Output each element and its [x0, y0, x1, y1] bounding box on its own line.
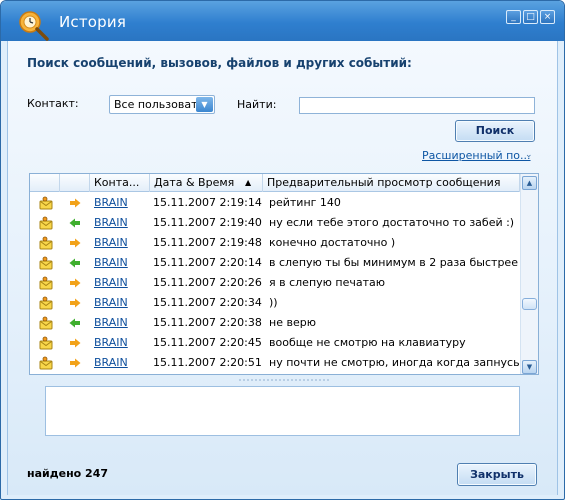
- row-datetime: 15.11.2007 2:20:38: [153, 316, 262, 329]
- incoming-arrow-icon: [69, 258, 81, 271]
- table-row[interactable]: BRAIN 15.11.2007 2:19:48 конечно достаточн…: [30, 233, 520, 253]
- scroll-down-button[interactable]: ▼: [522, 360, 537, 374]
- message-type-icon: [39, 356, 53, 373]
- find-label: Найти:: [237, 98, 277, 111]
- contact-link[interactable]: BRAIN: [94, 213, 148, 233]
- contact-link[interactable]: BRAIN: [94, 273, 148, 293]
- incoming-arrow-icon: [69, 318, 81, 331]
- table-row[interactable]: BRAIN 15.11.2007 2:20:34)): [30, 293, 520, 313]
- row-message-preview: вообще не смотрю на клавиатуру: [269, 336, 466, 349]
- row-datetime: 15.11.2007 2:20:34: [153, 296, 262, 309]
- message-type-icon: [39, 196, 53, 213]
- contact-link[interactable]: BRAIN: [94, 313, 148, 333]
- row-datetime: 15.11.2007 2:19:14: [153, 196, 262, 209]
- table-scrollbar[interactable]: ▲ ▼: [520, 174, 538, 374]
- outgoing-arrow-icon: [69, 278, 81, 291]
- table-header: Конта... Дата & Время ▲ Предварительный …: [30, 174, 538, 192]
- history-search-icon: [19, 11, 49, 41]
- contact-link[interactable]: BRAIN: [94, 293, 148, 313]
- table-row[interactable]: BRAIN 15.11.2007 2:19:14 рейтинг 140: [30, 193, 520, 213]
- row-message-preview: ну если тебе этого достаточно то забей :…: [269, 216, 515, 229]
- header-contact[interactable]: Конта...: [90, 174, 150, 192]
- contact-link[interactable]: BRAIN: [94, 333, 148, 353]
- contact-select-value: Все пользовате: [114, 98, 196, 111]
- contact-link[interactable]: BRAIN: [94, 253, 148, 273]
- message-type-icon: [39, 236, 53, 253]
- row-message-preview: ну почти не смотрю, иногда когда запнусь…: [269, 356, 519, 369]
- table-row[interactable]: BRAIN 15.11.2007 2:20:38 не верю: [30, 313, 520, 333]
- outgoing-arrow-icon: [69, 338, 81, 351]
- row-message-preview: я в слепую печатаю: [269, 276, 386, 289]
- message-preview-pane[interactable]: [45, 386, 520, 436]
- row-datetime: 15.11.2007 2:19:40: [153, 216, 262, 229]
- row-message-preview: )): [269, 296, 278, 309]
- title-bar[interactable]: История _ □ ×: [1, 1, 564, 41]
- expand-chevron-icon[interactable]: ⌄: [525, 150, 533, 160]
- header-preview[interactable]: Предварительный просмотр сообщения: [263, 174, 520, 192]
- find-input[interactable]: [299, 97, 535, 114]
- sort-ascending-icon: ▲: [245, 178, 252, 187]
- history-table[interactable]: Конта... Дата & Время ▲ Предварительный …: [29, 173, 539, 375]
- message-type-icon: [39, 316, 53, 333]
- chevron-down-icon[interactable]: ▼: [196, 97, 213, 112]
- row-message-preview: не верю: [269, 316, 316, 329]
- scroll-thumb[interactable]: [522, 298, 537, 310]
- found-count: найдено 247: [27, 467, 109, 480]
- row-message-preview: в слепую ты бы минимум в 2 раза быстрее …: [269, 256, 519, 269]
- window-title: История: [59, 13, 127, 31]
- table-row[interactable]: BRAIN 15.11.2007 2:20:51 ну почти не смотр…: [30, 353, 520, 373]
- table-row[interactable]: BRAIN 15.11.2007 2:20:26 я в слепую печата…: [30, 273, 520, 293]
- maximize-button[interactable]: □: [523, 10, 538, 24]
- minimize-button[interactable]: _: [506, 10, 521, 24]
- table-row[interactable]: BRAIN 15.11.2007 2:20:45 вообще не смотрю …: [30, 333, 520, 353]
- message-type-icon: [39, 296, 53, 313]
- scroll-up-button[interactable]: ▲: [522, 176, 537, 190]
- message-type-icon: [39, 336, 53, 353]
- row-message-preview: рейтинг 140: [269, 196, 341, 209]
- row-datetime: 15.11.2007 2:20:45: [153, 336, 262, 349]
- incoming-arrow-icon: [69, 218, 81, 231]
- contact-link[interactable]: BRAIN: [94, 353, 148, 373]
- table-row[interactable]: BRAIN 15.11.2007 2:19:40 ну если тебе этог…: [30, 213, 520, 233]
- close-button[interactable]: Закрыть: [457, 463, 537, 486]
- history-window: История _ □ × Поиск сообщений, вызовов, …: [0, 0, 565, 500]
- pane-splitter-handle[interactable]: [239, 379, 329, 383]
- row-datetime: 15.11.2007 2:20:51: [153, 356, 262, 369]
- search-heading: Поиск сообщений, вызовов, файлов и други…: [27, 56, 412, 70]
- outgoing-arrow-icon: [69, 238, 81, 251]
- table-row[interactable]: BRAIN 15.11.2007 2:20:14 в слепую ты бы ми…: [30, 253, 520, 273]
- message-type-icon: [39, 256, 53, 273]
- contact-label: Контакт:: [27, 97, 79, 110]
- outgoing-arrow-icon: [69, 298, 81, 311]
- outgoing-arrow-icon: [69, 358, 81, 371]
- header-direction-column[interactable]: [60, 174, 90, 192]
- search-button[interactable]: Поиск: [455, 120, 535, 142]
- row-datetime: 15.11.2007 2:20:14: [153, 256, 262, 269]
- row-message-preview: конечно достаточно ): [269, 236, 396, 249]
- row-datetime: 15.11.2007 2:19:48: [153, 236, 262, 249]
- close-window-button[interactable]: ×: [540, 10, 555, 24]
- contact-link[interactable]: BRAIN: [94, 193, 148, 213]
- message-type-icon: [39, 276, 53, 293]
- contact-select[interactable]: Все пользовате ▼: [109, 95, 215, 114]
- header-type-column[interactable]: [30, 174, 60, 192]
- row-datetime: 15.11.2007 2:20:26: [153, 276, 262, 289]
- outgoing-arrow-icon: [69, 198, 81, 211]
- advanced-search-link[interactable]: Расширенный по...: [422, 149, 531, 162]
- message-type-icon: [39, 216, 53, 233]
- contact-link[interactable]: BRAIN: [94, 233, 148, 253]
